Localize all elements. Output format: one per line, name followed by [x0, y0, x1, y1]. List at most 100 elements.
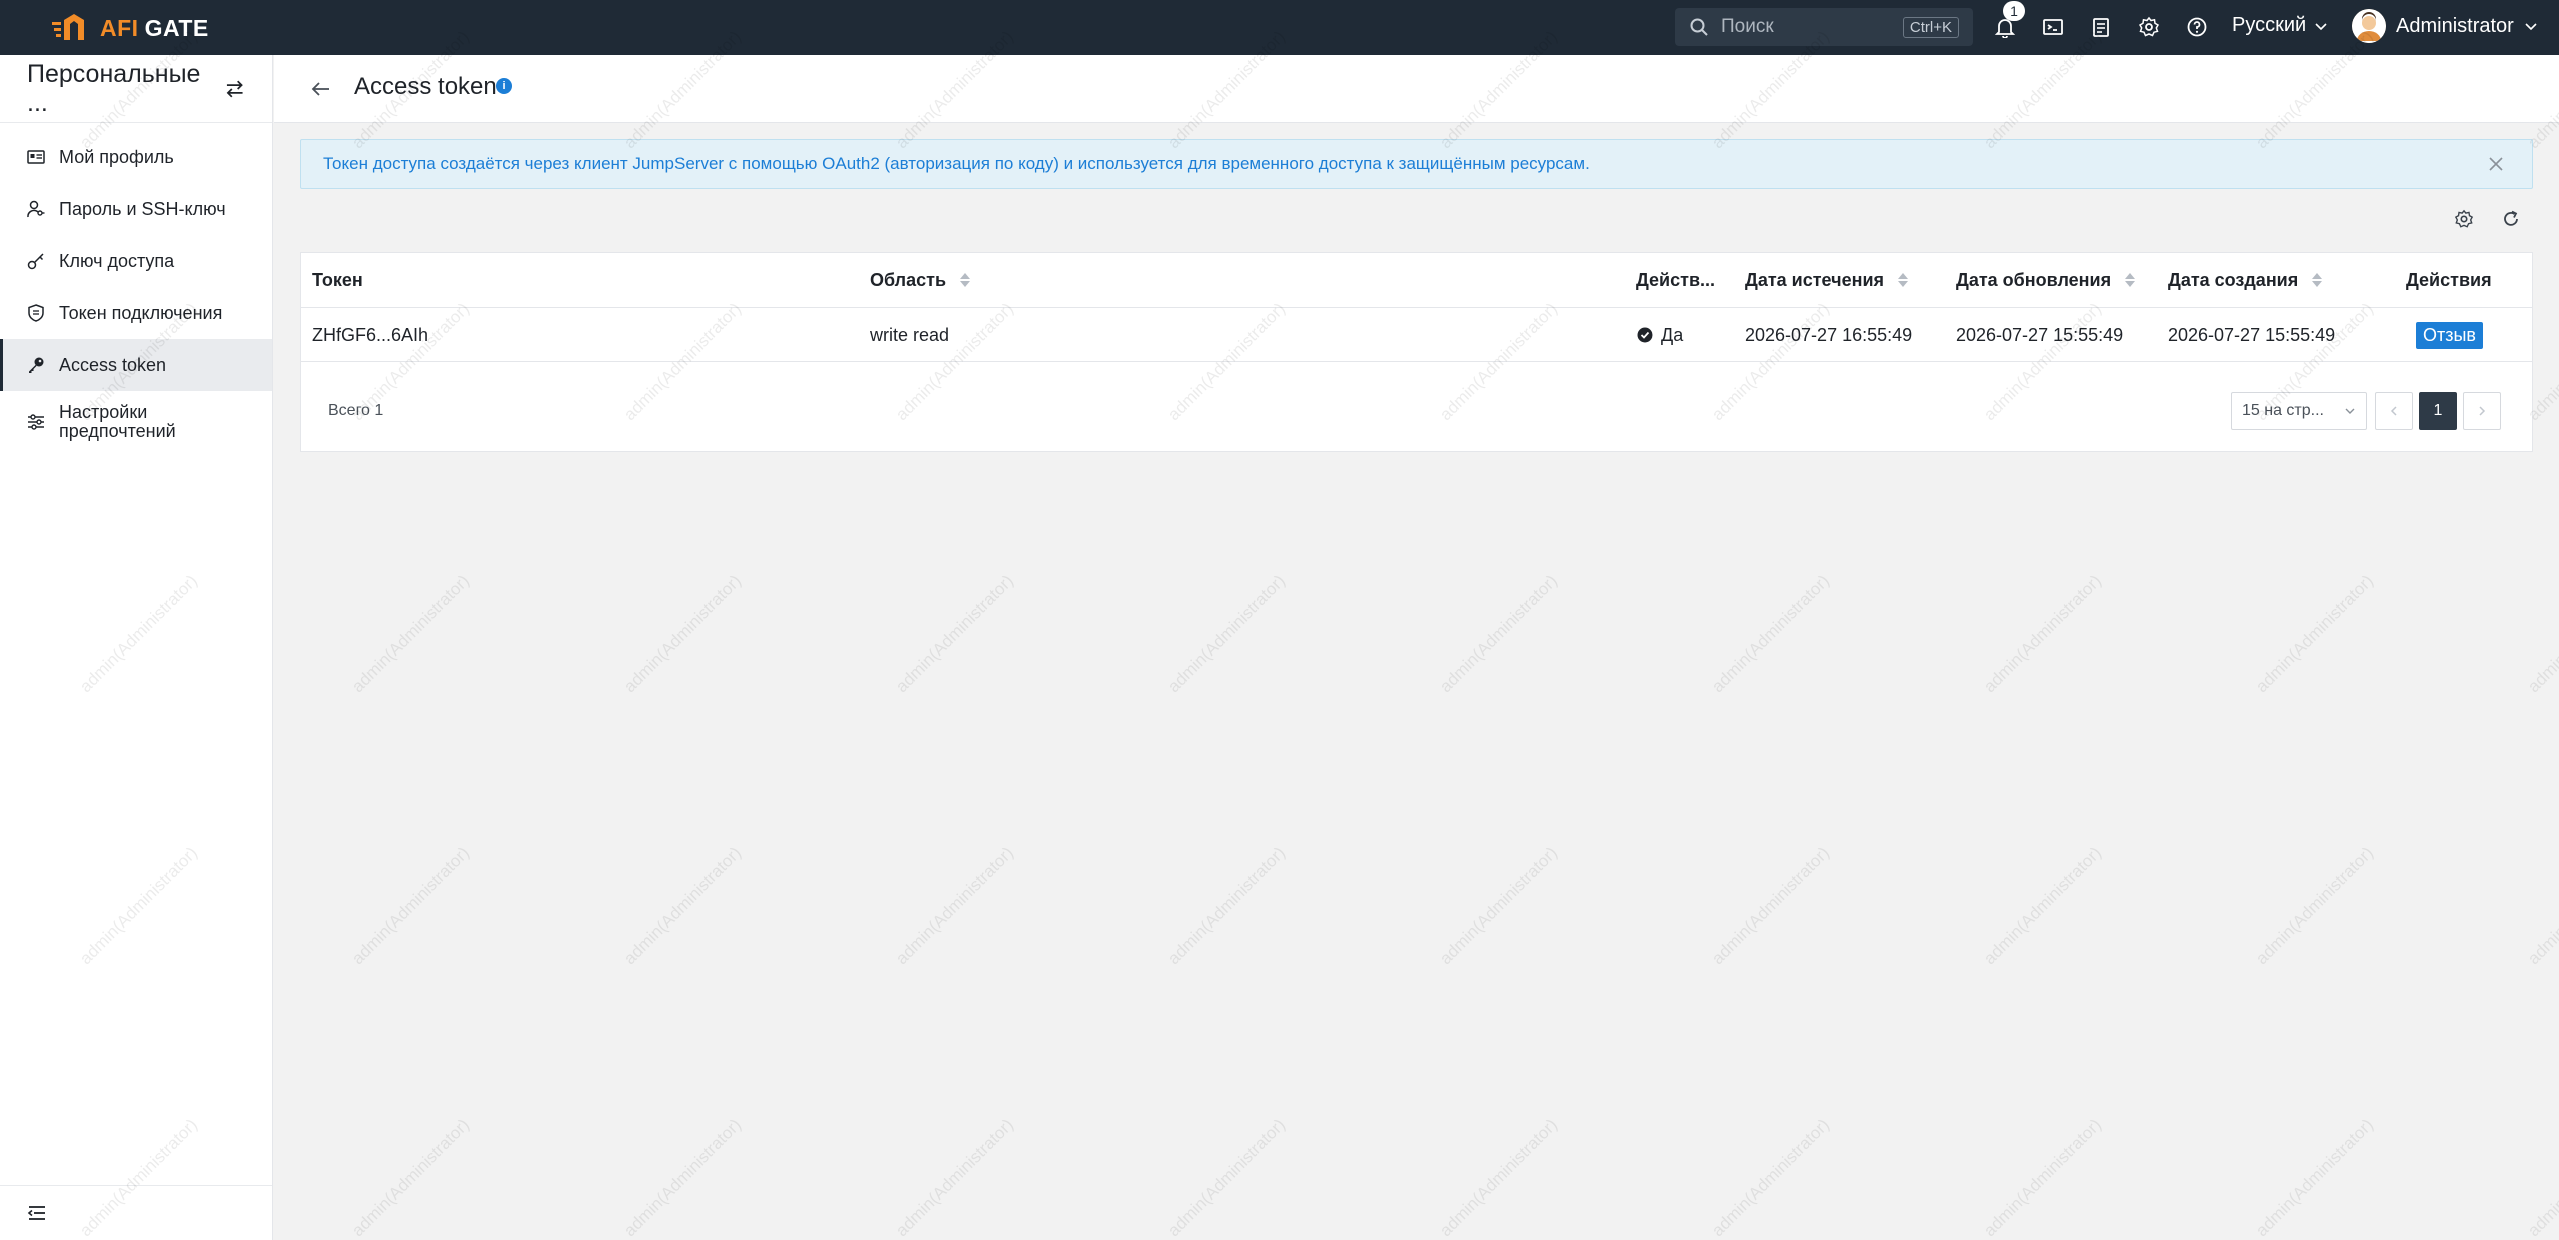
user-menu[interactable]: Administrator — [2352, 9, 2538, 43]
chevron-down-icon — [2345, 408, 2355, 414]
watermark-text: admin(Administrator) — [2524, 571, 2559, 697]
sort-icon — [1898, 273, 1909, 287]
watermark-text: admin(Administrator) — [892, 571, 1018, 697]
logo-icon — [52, 14, 84, 40]
language-selector[interactable]: Русский — [2232, 14, 2328, 37]
watermark-text: admin(Administrator) — [1980, 571, 2106, 697]
user-key-icon — [27, 200, 45, 218]
sidebar-collapse-button[interactable] — [0, 1185, 272, 1240]
cell-actions: Отзыв — [2416, 309, 2483, 361]
sidebar-item-preferences[interactable]: Настройки предпочтений — [0, 391, 272, 453]
sidebar-title: Персональные ... — [27, 59, 201, 117]
help-icon — [2187, 17, 2207, 37]
page-button-current[interactable]: 1 — [2419, 392, 2457, 430]
total-count: Всего 1 — [328, 402, 384, 419]
watermark-text: admin(Administrator) — [2252, 571, 2378, 697]
search-shortcut: Ctrl+K — [1902, 16, 1959, 38]
prev-page-button[interactable] — [2375, 392, 2413, 430]
notification-count-badge: 1 — [2003, 1, 2025, 21]
column-header-scope[interactable]: Область — [870, 253, 971, 307]
watermark-text: admin(Administrator) — [1708, 571, 1834, 697]
tickets-button[interactable] — [2088, 14, 2114, 40]
sidebar-item-access-token[interactable]: Access token — [0, 339, 272, 391]
column-header-token[interactable]: Токен — [312, 253, 363, 307]
column-header-expires[interactable]: Дата истечения — [1745, 253, 1909, 307]
chevron-left-icon — [2390, 406, 2397, 416]
back-arrow-icon[interactable] — [308, 76, 334, 102]
terminal-button[interactable] — [2040, 14, 2066, 40]
refresh-icon — [2504, 210, 2518, 226]
page-title: Access token — [354, 73, 497, 100]
sidebar-item-label: Настройки предпочтений — [59, 402, 176, 441]
help-button[interactable] — [2184, 14, 2210, 40]
watermark-text: admin(Administrator) — [1164, 571, 1290, 697]
brand-afi: AFI — [100, 14, 139, 41]
sidebar-item-label: Токен подключения — [59, 302, 223, 323]
cell-token: ZHfGF6...6AIh — [312, 324, 429, 345]
watermark-text: admin(Administrator) — [1436, 843, 1562, 969]
table-settings-button[interactable] — [2451, 206, 2477, 232]
cell-updated: 2026-07-27 15:55:49 — [1956, 324, 2124, 345]
brand-logo[interactable]: AFI GATE — [50, 10, 209, 46]
menu-collapse-icon — [27, 1206, 45, 1220]
sliders-icon — [27, 413, 45, 431]
sidebar-item-connection-token[interactable]: Токен подключения — [0, 287, 272, 339]
clipboard-icon — [2093, 18, 2109, 37]
watermark-text: admin(Administrator) — [620, 843, 746, 969]
table-header: Токен Область Действ... Дата истечения Д… — [301, 253, 2532, 308]
sidebar-item-profile[interactable]: Мой профиль — [0, 131, 272, 183]
sidebar-item-label: Access token — [59, 354, 167, 375]
column-header-active[interactable]: Действ... — [1636, 253, 1715, 307]
search-placeholder: Поиск — [1721, 16, 1774, 37]
brand-gate: GATE — [144, 14, 209, 41]
settings-button[interactable] — [2136, 14, 2162, 40]
avatar — [2352, 9, 2386, 43]
user-name: Administrator — [2396, 14, 2514, 37]
column-header-actions: Действия — [2406, 269, 2492, 290]
watermark-text: admin(Administrator) — [1708, 1115, 1834, 1240]
cell-active: Да — [1637, 309, 1683, 361]
chevron-down-icon — [2525, 23, 2537, 31]
sidebar-item-label: Мой профиль — [59, 146, 174, 167]
revoke-button[interactable]: Отзыв — [2416, 321, 2483, 349]
sidebar-item-label: Пароль и SSH-ключ — [59, 198, 226, 219]
watermark-text: admin(Administrator) — [892, 1115, 1018, 1240]
watermark-text: admin(Administrator) — [620, 1115, 746, 1240]
key-solid-icon — [27, 356, 45, 374]
watermark-text: admin(Administrator) — [2524, 843, 2559, 969]
sort-icon — [960, 273, 971, 287]
switch-view-icon[interactable] — [224, 78, 245, 100]
watermark-text: admin(Administrator) — [1164, 843, 1290, 969]
user-avatar-icon — [2352, 9, 2386, 43]
close-icon[interactable] — [2486, 154, 2506, 174]
watermark-text: admin(Administrator) — [1436, 571, 1562, 697]
refresh-button[interactable] — [2498, 206, 2524, 232]
watermark-text: admin(Administrator) — [1980, 1115, 2106, 1240]
profile-card-icon — [27, 148, 45, 166]
watermark-text: admin(Administrator) — [348, 571, 474, 697]
top-bar: AFI GATE Поиск Ctrl+K 1 Русский Administ… — [0, 0, 2559, 55]
watermark-text: admin(Administrator) — [1708, 843, 1834, 969]
sort-icon — [2312, 273, 2323, 287]
watermark-text: admin(Administrator) — [1980, 843, 2106, 969]
token-table: Токен Область Действ... Дата истечения Д… — [300, 252, 2533, 452]
page-size-select[interactable]: 15 на стр... — [2231, 392, 2367, 430]
column-header-updated[interactable]: Дата обновления — [1956, 253, 2136, 307]
key-icon — [27, 252, 45, 270]
sidebar: Персональные ... Мой профиль Пароль и SS… — [0, 55, 273, 1240]
watermark-text: admin(Administrator) — [348, 843, 474, 969]
sidebar-item-password-ssh[interactable]: Пароль и SSH-ключ — [0, 183, 272, 235]
search-input[interactable]: Поиск Ctrl+K — [1675, 8, 1973, 46]
watermark-text: admin(Administrator) — [2252, 1115, 2378, 1240]
search-icon — [1690, 18, 1708, 36]
sidebar-item-access-key[interactable]: Ключ доступа — [0, 235, 272, 287]
info-icon[interactable]: i — [496, 78, 512, 94]
watermark-text: admin(Administrator) — [2252, 843, 2378, 969]
cell-created: 2026-07-27 15:55:49 — [2168, 324, 2336, 345]
cell-expires: 2026-07-27 16:55:49 — [1745, 324, 1913, 345]
chevron-down-icon — [2315, 22, 2327, 30]
next-page-button[interactable] — [2463, 392, 2501, 430]
watermark-text: admin(Administrator) — [1436, 1115, 1562, 1240]
column-header-created[interactable]: Дата создания — [2168, 253, 2323, 307]
watermark-text: admin(Administrator) — [620, 571, 746, 697]
